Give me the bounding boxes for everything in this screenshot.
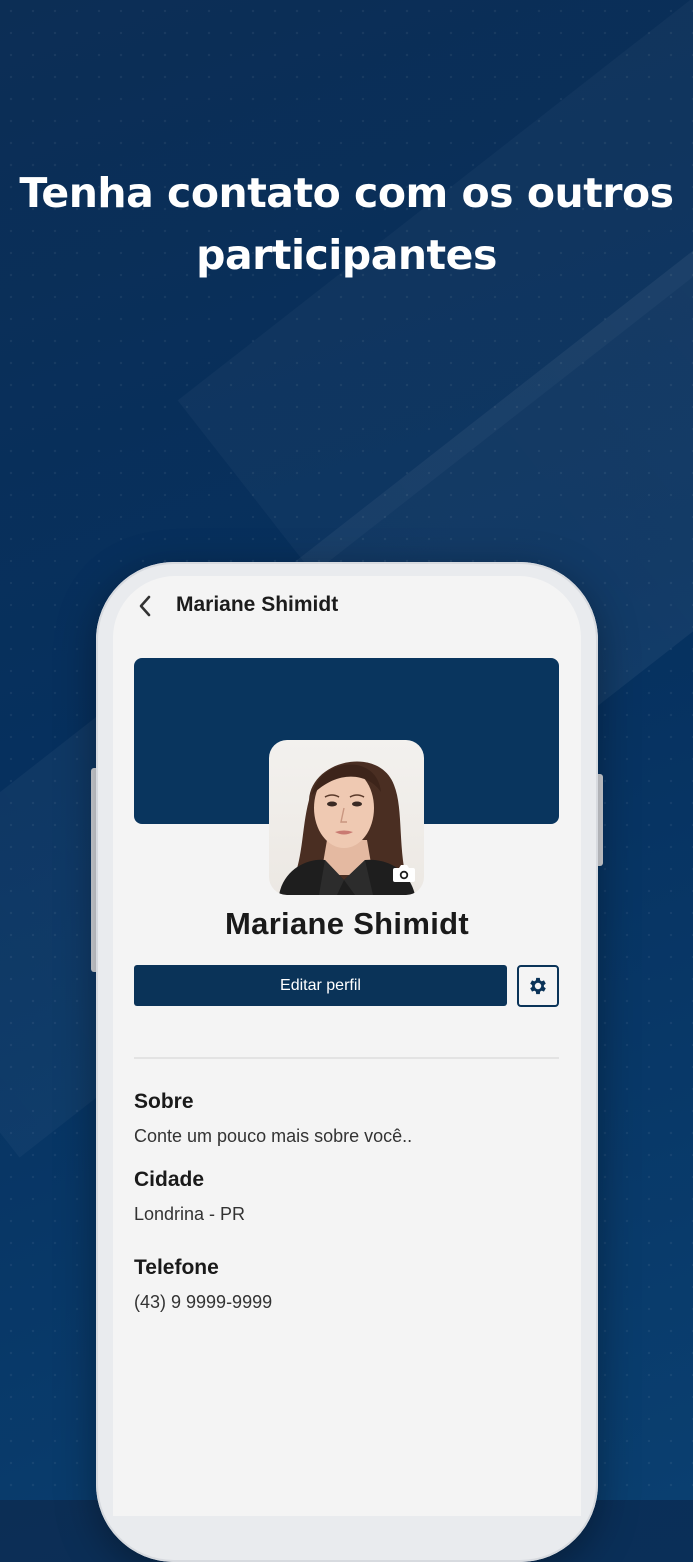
section-value-phone: (43) 9 9999-9999 <box>134 1292 273 1312</box>
top-bar: Mariane Shimidt <box>113 576 581 638</box>
section-label-about: Sobre <box>134 1090 194 1113</box>
section-value-city: Londrina - PR <box>134 1204 246 1224</box>
chevron-left-icon[interactable] <box>137 594 153 618</box>
promo-headline: Tenha contato com os outros participante… <box>19 169 674 279</box>
camera-icon[interactable] <box>390 861 418 885</box>
page-title: Mariane Shimidt <box>176 593 339 616</box>
settings-button[interactable] <box>517 965 559 1007</box>
section-label-city: Cidade <box>134 1168 205 1191</box>
profile-name: Mariane Shimidt <box>225 906 469 941</box>
divider <box>134 1057 559 1059</box>
phone-screen: Mariane Shimidt Mariane Shimidt Editar p… <box>113 576 581 1516</box>
section-label-phone: Telefone <box>134 1256 219 1279</box>
section-value-about: Conte um pouco mais sobre você.. <box>134 1126 413 1146</box>
gear-icon <box>530 977 546 995</box>
edit-profile-button[interactable]: Editar perfil <box>134 965 507 1006</box>
